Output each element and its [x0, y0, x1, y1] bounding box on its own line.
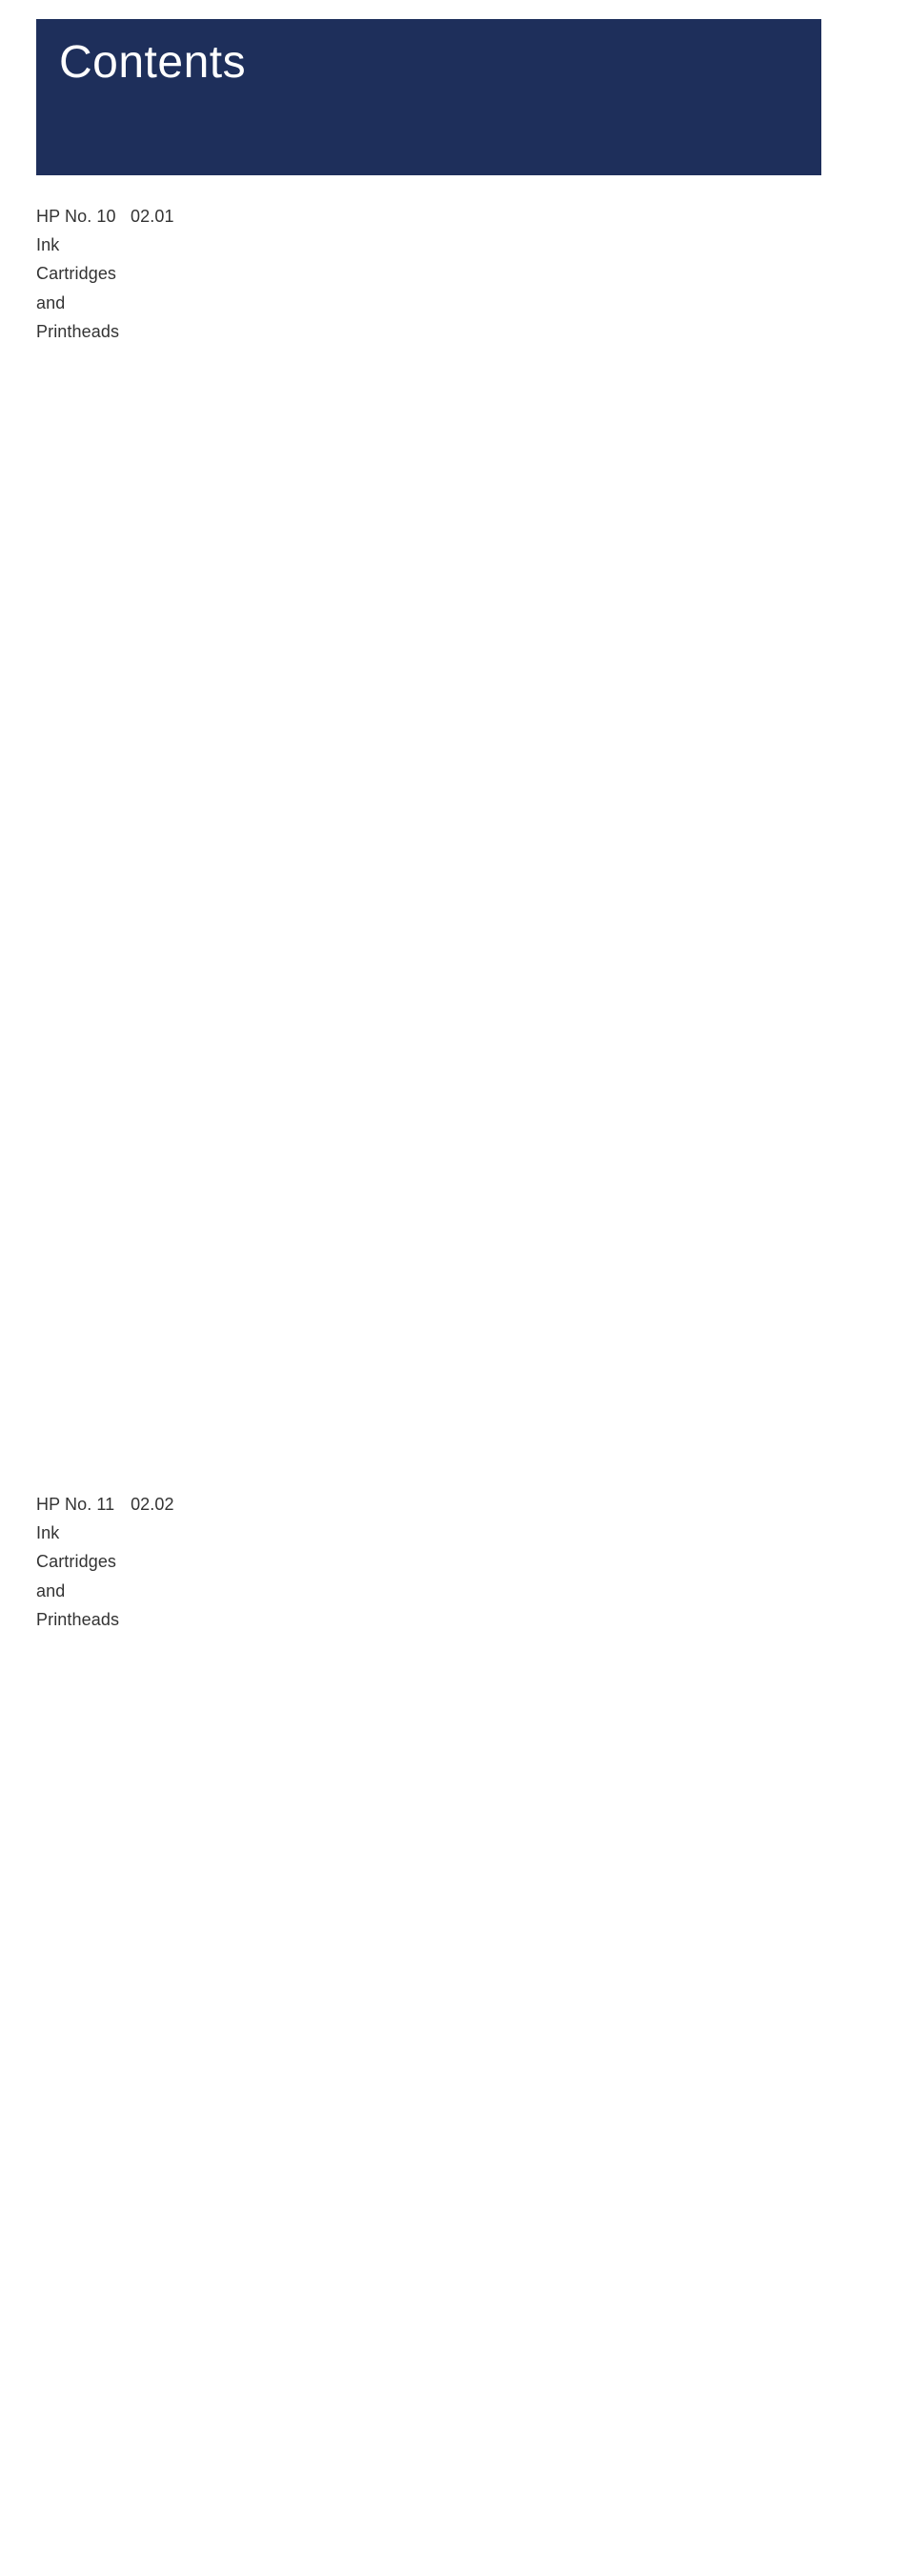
toc-entry-label: HP No. 10 Ink Cartridges and Printheads — [36, 202, 119, 346]
page-title: Contents — [59, 36, 798, 89]
table-of-contents: HP No. 10 Ink Cartridges and Printheads … — [36, 202, 821, 2576]
document-page: Contents HP No. 10 Ink Cartridges and Pr… — [0, 0, 909, 1288]
toc-entry-page: 02.02 — [119, 1490, 909, 2576]
toc-entry: HP No. 11 Ink Cartridges and Printheads … — [36, 1490, 821, 2576]
toc-entry-page: 02.01 — [119, 202, 909, 1490]
toc-entry-label: HP No. 11 Ink Cartridges and Printheads — [36, 1490, 119, 1634]
header-band: Contents — [36, 19, 821, 175]
toc-entry: HP No. 10 Ink Cartridges and Printheads … — [36, 202, 821, 1490]
